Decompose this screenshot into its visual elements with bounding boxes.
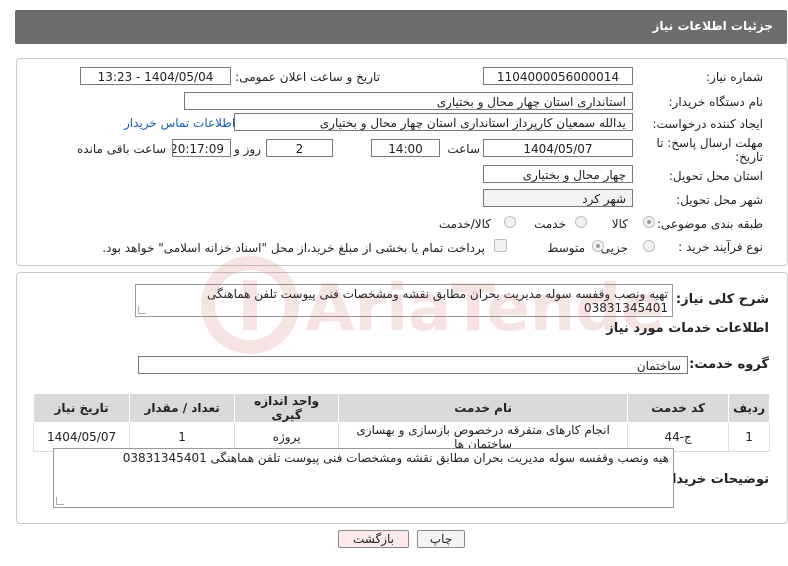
payment-note: پرداخت تمام یا بخشی از مبلغ خرید،از محل …: [102, 241, 485, 255]
services-section-title: اطلاعات خدمات مورد نیاز: [606, 321, 769, 336]
category-label: طبقه بندی موضوعی:: [656, 217, 763, 231]
services-table: ردیف کد خدمت نام خدمت واحد اندازه گیری ت…: [32, 393, 770, 452]
deadline-time-field: 14:00: [371, 139, 440, 157]
buyer-notes-text: هیه ونصب وقفسه سوله مدیریت بحران مطابق ن…: [122, 451, 669, 465]
col-service-name: نام خدمت: [338, 393, 629, 423]
print-button[interactable]: چاپ: [417, 530, 465, 548]
announce-field: 1404/05/04 - 13:23: [80, 67, 231, 85]
back-button[interactable]: بازگشت: [338, 530, 409, 548]
buyer-notes-box: هیه ونصب وقفسه سوله مدیریت بحران مطابق ن…: [53, 448, 674, 508]
description-text: تهیه ونصب وقفسه سوله مدیریت بحران مطابق …: [206, 287, 668, 315]
days-label: روز و: [234, 142, 261, 156]
deadline-label: مهلت ارسال پاسخ: تا تاریخ:: [643, 136, 763, 164]
resize-grip-icon[interactable]: [56, 497, 64, 505]
need-number-field: 1104000056000014: [483, 67, 633, 85]
process-option-medium: متوسط: [547, 241, 585, 255]
col-unit: واحد اندازه گیری: [234, 393, 340, 423]
contact-info-link[interactable]: اطلاعات تماس خریدار: [124, 116, 235, 130]
service-group-label: گروه خدمت:: [689, 357, 769, 372]
process-option-minor: جزیی: [600, 241, 628, 255]
province-label: استان محل تحویل:: [668, 169, 763, 183]
days-field: 2: [266, 139, 333, 157]
buyer-org-field: استانداری استان چهار محال و بختیاری: [184, 92, 633, 110]
remaining-label: ساعت باقی مانده: [76, 142, 166, 156]
cell-row-number: 1: [728, 422, 770, 452]
city-field: شهر کرد: [483, 189, 633, 207]
table-header-row: ردیف کد خدمت نام خدمت واحد اندازه گیری ت…: [32, 393, 770, 423]
page-title: جزئیات اطلاعات نیاز: [652, 19, 773, 33]
time-label: ساعت: [447, 142, 480, 156]
resize-grip-icon[interactable]: [138, 306, 146, 314]
description-label: شرح کلی نیاز:: [675, 292, 769, 307]
process-label: نوع فرآیند خرید :: [678, 240, 763, 254]
category-option-goods: کالا: [611, 217, 628, 231]
category-option-service: خدمت: [534, 217, 566, 231]
service-group-field: ساختمان: [138, 356, 688, 374]
category-option-both: کالا/خدمت: [438, 217, 491, 231]
province-field: چهار محال و بختیاری: [483, 165, 633, 183]
col-need-date: تاریخ نیاز: [32, 393, 131, 423]
creator-label: ایجاد کننده درخواست:: [652, 117, 763, 131]
process-radio-medium[interactable]: [592, 240, 604, 252]
category-radio-goods[interactable]: [643, 216, 655, 228]
city-label: شهر محل تحویل:: [676, 193, 763, 207]
col-service-code: کد خدمت: [627, 393, 730, 423]
buyer-notes-label: توضیحات خریدار:: [659, 472, 769, 487]
col-quantity: تعداد / مقدار: [129, 393, 236, 423]
col-row-number: ردیف: [728, 393, 770, 423]
category-radio-both[interactable]: [504, 216, 516, 228]
description-box: تهیه ونصب وقفسه سوله مدیریت بحران مطابق …: [135, 284, 673, 317]
treasury-checkbox[interactable]: [494, 239, 507, 252]
need-number-label: شماره نیاز:: [706, 70, 763, 84]
page-header: جزئیات اطلاعات نیاز: [15, 10, 787, 44]
deadline-date-field: 1404/05/07: [483, 139, 633, 157]
deadline-label-text: مهلت ارسال پاسخ: تا تاریخ:: [656, 136, 763, 164]
announce-label: تاریخ و ساعت اعلان عمومی:: [235, 70, 380, 84]
category-radio-service[interactable]: [575, 216, 587, 228]
remaining-time-field: 20:17:09: [172, 139, 231, 157]
buyer-org-label: نام دستگاه خریدار:: [668, 95, 764, 109]
process-radio-minor[interactable]: [643, 240, 655, 252]
creator-field: یدالله سمعیان کارپرداز استانداری استان چ…: [234, 113, 633, 131]
